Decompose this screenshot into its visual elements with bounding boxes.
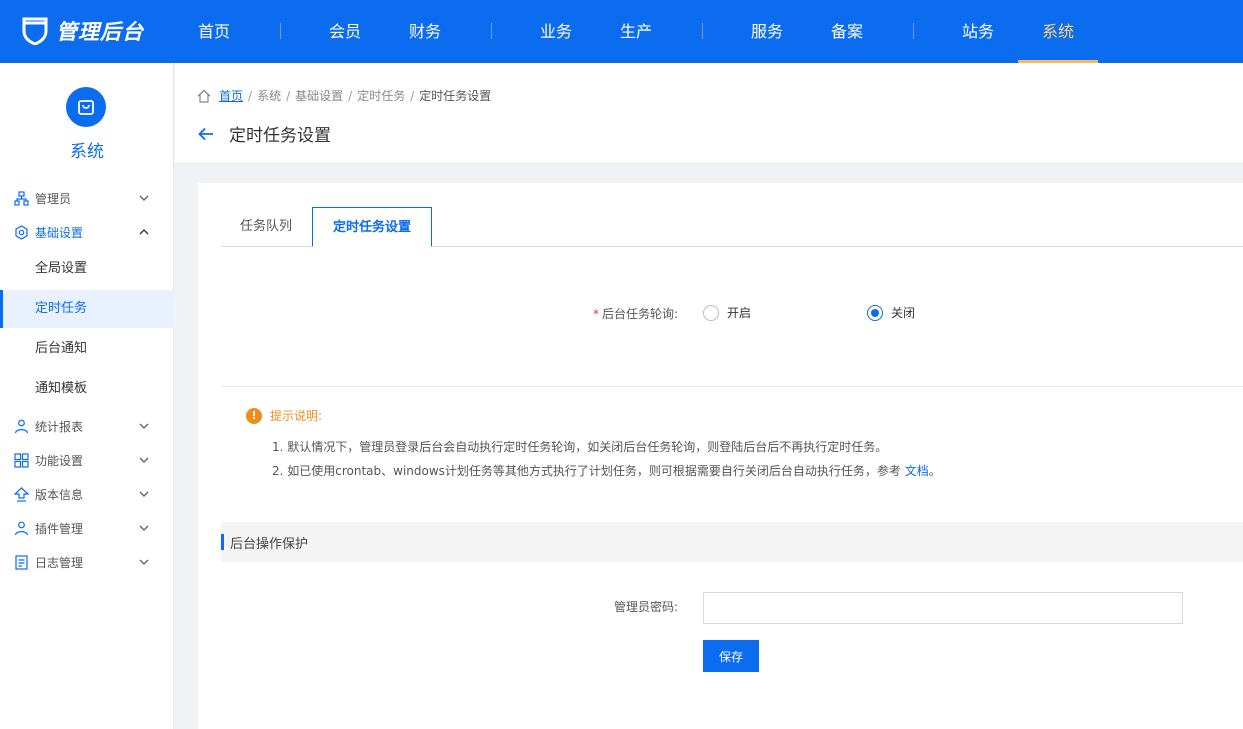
sidebar-group-basic-settings[interactable]: 基础设置	[0, 217, 174, 247]
grid-icon	[13, 452, 29, 468]
section-header: 后台操作保护	[221, 522, 1243, 562]
tip-line: 2. 如已使用crontab、windows计划任务等其他方式执行了计划任务，则…	[272, 464, 941, 478]
page-title: 定时任务设置	[229, 126, 331, 146]
tab-task-queue[interactable]: 任务队列	[221, 207, 311, 247]
admin-password-input[interactable]	[703, 592, 1183, 624]
sidebar: 系统 管理员 基础设置 全局设置 定时任务 后台通知 通知模板 统计报表 功能设…	[0, 63, 174, 729]
radio-poll-on[interactable]: 开启	[703, 304, 751, 321]
nav-home[interactable]: 首页	[190, 0, 238, 63]
chevron-up-icon	[139, 229, 149, 235]
shield-logo-icon	[22, 17, 48, 45]
sidebar-group-label: 功能设置	[35, 453, 84, 468]
page-title-row: 定时任务设置	[197, 121, 331, 146]
sidebar-group-label: 管理员	[35, 191, 72, 206]
sidebar-item-backend-notice[interactable]: 后台通知	[0, 330, 174, 368]
poll-label: * 后台任务轮询:	[592, 307, 678, 321]
sidebar-group-label: 插件管理	[35, 521, 84, 536]
log-icon	[13, 554, 29, 570]
breadcrumb-home-link[interactable]: 首页	[219, 87, 243, 104]
sidebar-group-label: 日志管理	[35, 555, 84, 570]
chevron-down-icon	[139, 525, 149, 531]
sidebar-group-admin[interactable]: 管理员	[0, 183, 174, 213]
tab-bar: 任务队列 定时任务设置	[221, 207, 1243, 247]
sidebar-item-scheduled-tasks[interactable]: 定时任务	[0, 290, 174, 328]
sidebar-group-label: 版本信息	[35, 487, 84, 502]
nav-site[interactable]: 站务	[954, 0, 1002, 63]
password-label: 管理员密码:	[613, 600, 678, 614]
sidebar-group-label: 基础设置	[35, 225, 84, 240]
chevron-down-icon	[139, 195, 149, 201]
chevron-down-icon	[139, 491, 149, 497]
tips-header: ! 提示说明:	[246, 407, 322, 424]
nav-production[interactable]: 生产	[612, 0, 660, 63]
top-navbar: 管理后台 首页 会员 财务 业务 生产 服务 备案 站务 系统	[0, 0, 1243, 63]
org-chart-icon	[13, 190, 29, 206]
warning-icon: !	[246, 407, 262, 424]
sidebar-item-notice-template[interactable]: 通知模板	[0, 370, 174, 408]
sidebar-group-plugins[interactable]: 插件管理	[0, 513, 174, 543]
nav-business[interactable]: 业务	[532, 0, 580, 63]
page-header: 首页 / 系统 / 基础设置 / 定时任务 / 定时任务设置 定时任务设置	[175, 63, 1243, 164]
chevron-down-icon	[139, 423, 149, 429]
radio-circle[interactable]	[867, 304, 883, 321]
radio-circle[interactable]	[703, 304, 719, 321]
plugin-icon	[13, 520, 29, 536]
nav-separator	[702, 23, 703, 39]
breadcrumb-current: 定时任务设置	[419, 89, 492, 103]
sidebar-group-reports[interactable]: 统计报表	[0, 411, 174, 441]
report-icon	[13, 418, 29, 434]
nav-separator	[491, 23, 492, 39]
radio-poll-off[interactable]: 关闭	[867, 304, 915, 321]
nav-member[interactable]: 会员	[321, 0, 369, 63]
save-button[interactable]: 保存	[703, 640, 759, 672]
nav-separator	[913, 23, 914, 39]
system-badge	[66, 87, 106, 127]
chevron-down-icon	[139, 457, 149, 463]
nav-separator	[280, 23, 281, 39]
upload-icon	[13, 486, 29, 502]
home-icon	[197, 89, 211, 103]
breadcrumb-item[interactable]: 基础设置	[295, 87, 343, 104]
breadcrumb-item[interactable]: 定时任务	[357, 87, 405, 104]
tip-line: 1. 默认情况下，管理员登录后台会自动执行定时任务轮询，如关闭后台任务轮询，则登…	[272, 440, 888, 454]
settings-hex-icon	[13, 224, 29, 240]
sidebar-group-version[interactable]: 版本信息	[0, 479, 174, 509]
main-card: 任务队列 定时任务设置 * 后台任务轮询: 开启 关闭 ! 提示说明: 1. 默认…	[198, 183, 1243, 729]
logo[interactable]: 管理后台	[22, 16, 144, 46]
sidebar-group-features[interactable]: 功能设置	[0, 445, 174, 475]
shopping-bag-icon	[78, 100, 94, 115]
back-arrow-icon[interactable]	[197, 125, 215, 143]
sidebar-title: 系统	[70, 142, 104, 162]
nav-finance[interactable]: 财务	[401, 0, 449, 63]
chevron-down-icon	[139, 559, 149, 565]
sidebar-item-global-settings[interactable]: 全局设置	[0, 250, 174, 288]
docs-link[interactable]: 文档	[905, 464, 929, 478]
nav-system[interactable]: 系统	[1018, 0, 1098, 63]
section-title: 后台操作保护	[230, 537, 309, 552]
divider	[221, 386, 1243, 387]
tab-scheduled-task-settings[interactable]: 定时任务设置	[312, 207, 432, 247]
sidebar-group-logs[interactable]: 日志管理	[0, 547, 174, 577]
nav-service[interactable]: 服务	[743, 0, 791, 63]
nav-filing[interactable]: 备案	[823, 0, 871, 63]
breadcrumb: 首页 / 系统 / 基础设置 / 定时任务 / 定时任务设置	[197, 87, 491, 104]
breadcrumb-item[interactable]: 系统	[257, 87, 281, 104]
sidebar-group-label: 统计报表	[35, 419, 84, 434]
logo-text: 管理后台	[56, 20, 144, 44]
